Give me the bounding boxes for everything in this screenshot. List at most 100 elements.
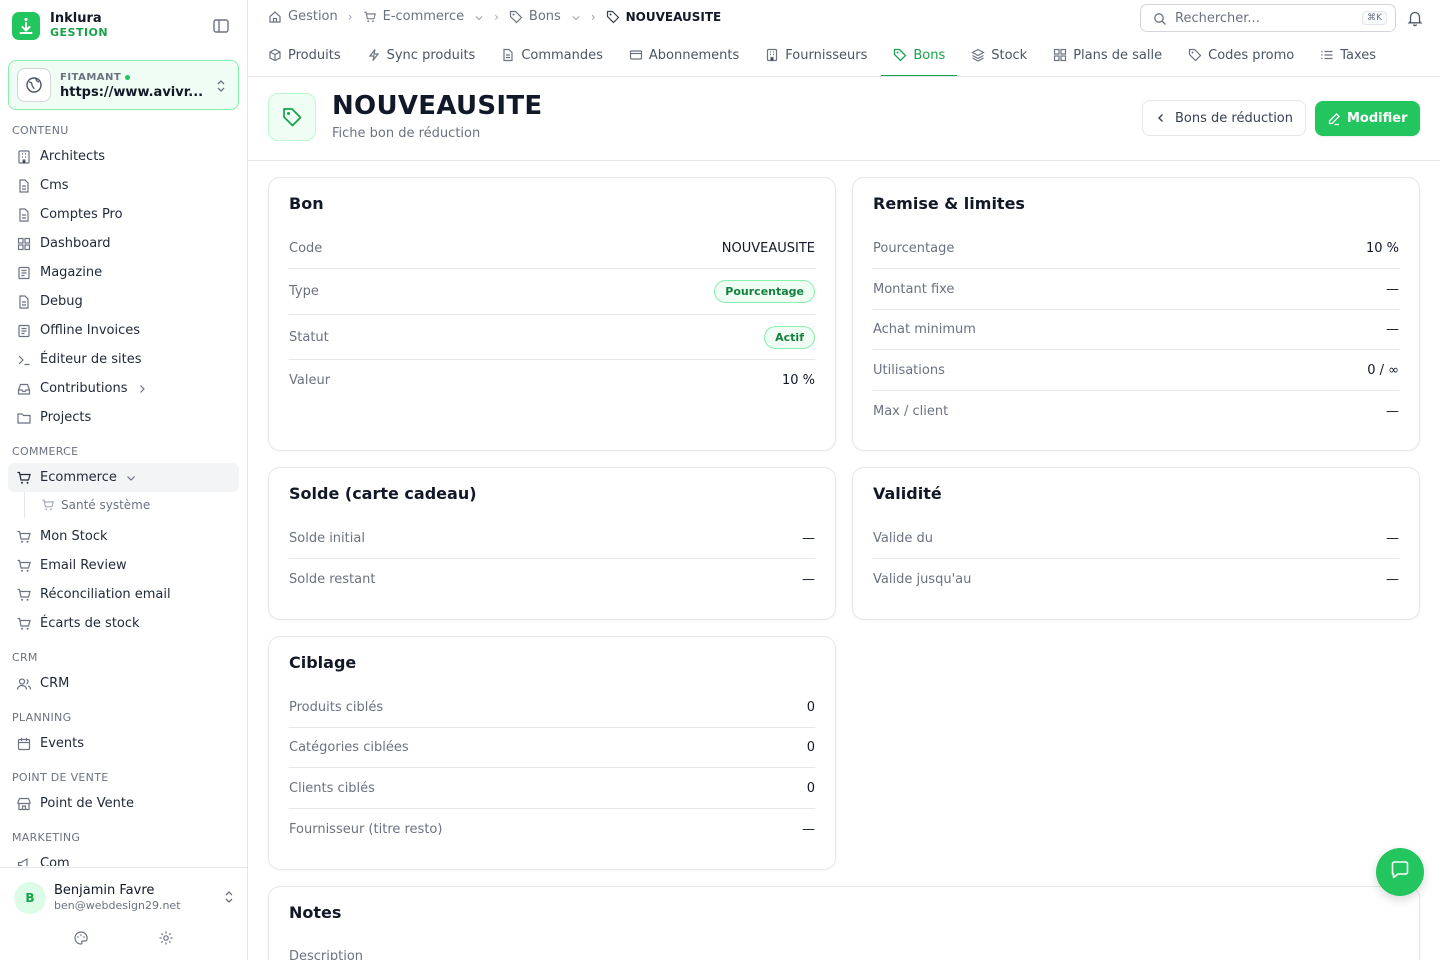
building-icon — [765, 48, 779, 62]
card-remise-limites: Remise & limites Pourcentage 10 % Montant… — [852, 177, 1420, 451]
sidebar-item-contributions[interactable]: Contributions — [8, 374, 239, 403]
card-notes: Notes Description — [268, 886, 1420, 960]
page-subtitle: Fiche bon de réduction — [332, 126, 481, 141]
sidebar-item-crm[interactable]: CRM — [8, 669, 239, 698]
palette-icon[interactable] — [73, 930, 89, 946]
card-bon: Bon Code NOUVEAUSITE Type Pourcentage Stat… — [268, 177, 836, 451]
field-value: — — [802, 821, 815, 837]
tab-stock[interactable]: Stock — [971, 34, 1027, 76]
sidebar-item-dashboard[interactable]: Dashboard — [8, 229, 239, 258]
search-box[interactable]: ⌘K — [1140, 4, 1396, 32]
page-title: NOUVEAUSITE — [332, 91, 543, 121]
nav-section-title: CONTENU — [12, 124, 69, 137]
sidebar-item-label: Projects — [40, 410, 92, 425]
field-row: Max / client — — [873, 391, 1399, 431]
sidebar: Inklura GESTION FITAMANT https://www.avi… — [0, 0, 248, 960]
field-label: Montant fixe — [873, 281, 955, 297]
field-row: Clients ciblés 0 — [289, 768, 815, 809]
sidebar-item-label: Ecommerce — [40, 470, 117, 485]
edit-button[interactable]: Modifier — [1315, 101, 1420, 136]
sidebar-item-ecommerce[interactable]: Ecommerce — [8, 463, 239, 492]
sidebar-subitem-sante-systeme[interactable]: Santé système — [24, 492, 247, 518]
cart-icon — [16, 558, 32, 574]
breadcrumb-item-gestion[interactable]: Gestion — [268, 9, 338, 24]
tag-icon — [268, 93, 316, 141]
card-title: Remise & limites — [873, 194, 1025, 213]
breadcrumb-item-ecommerce[interactable]: E-commerce — [363, 9, 485, 24]
field-label: Code — [289, 240, 323, 256]
tab-label: Bons — [913, 47, 946, 63]
sidebar-item-offline-invoices[interactable]: Offline Invoices — [8, 316, 239, 345]
sidebar-item-label: Debug — [40, 294, 83, 309]
sidebar-item-ecarts-de-stock[interactable]: Écarts de stock — [8, 609, 239, 638]
sidebar-item-label: CRM — [40, 676, 70, 691]
sidebar-item-label: Écarts de stock — [40, 616, 140, 631]
nav-section-title: POINT DE VENTE — [12, 771, 109, 784]
sidebar-item-reconciliation-email[interactable]: Réconciliation email — [8, 580, 239, 609]
sidebar-item-mon-stock[interactable]: Mon Stock — [8, 522, 239, 551]
sidebar-item-architects[interactable]: Architects — [8, 142, 239, 171]
edit-button-label: Modifier — [1347, 111, 1408, 126]
back-to-vouchers-button[interactable]: Bons de réduction — [1142, 100, 1306, 136]
tab-commandes[interactable]: Commandes — [501, 34, 603, 76]
cart-icon — [363, 10, 377, 24]
cart-icon — [16, 616, 32, 632]
sidebar-item-editeur-de-sites[interactable]: Éditeur de sites — [8, 345, 239, 374]
breadcrumb-item-bons[interactable]: Bons — [509, 9, 581, 24]
sidebar-item-email-review[interactable]: Email Review — [8, 551, 239, 580]
tab-produits[interactable]: Produits — [268, 34, 341, 76]
chevron-down-icon — [474, 12, 484, 22]
sidebar-item-projects[interactable]: Projects — [8, 403, 239, 432]
document-icon — [16, 178, 32, 194]
field-label: Valide jusqu'au — [873, 571, 972, 587]
breadcrumb-label: E-commerce — [382, 9, 465, 24]
users-icon — [16, 676, 32, 692]
site-switcher[interactable]: FITAMANT https://www.avivr... — [8, 60, 239, 110]
credit-card-icon — [629, 48, 643, 62]
tab-label: Abonnements — [648, 47, 740, 63]
sidebar-item-comptes-pro[interactable]: Comptes Pro — [8, 200, 239, 229]
search-input[interactable] — [1175, 10, 1363, 26]
home-icon — [268, 10, 282, 24]
tab-label: Plans de salle — [1073, 47, 1163, 63]
tab-fournisseurs[interactable]: Fournisseurs — [765, 34, 867, 76]
bell-icon[interactable] — [1406, 9, 1424, 27]
sidebar-item-label: Contributions — [40, 381, 128, 396]
field-value: — — [802, 530, 815, 546]
sidebar-toggle-icon[interactable] — [212, 17, 230, 35]
sidebar-item-label: Cms — [40, 178, 69, 193]
card-title: Solde (carte cadeau) — [289, 484, 477, 503]
chat-button[interactable] — [1376, 848, 1424, 896]
field-type: Type Pourcentage — [289, 269, 815, 315]
field-row: Solde restant — — [289, 559, 815, 599]
field-row: Montant fixe — — [873, 269, 1399, 310]
card-title: Ciblage — [289, 653, 357, 672]
sidebar-item-debug[interactable]: Debug — [8, 287, 239, 316]
field-value: 0 / ∞ — [1367, 362, 1399, 378]
user-menu[interactable]: B Benjamin Favre ben@webdesign29.net — [14, 882, 236, 914]
field-row: Catégories ciblées 0 — [289, 728, 815, 768]
list-icon — [1320, 48, 1334, 62]
tab-sync-produits[interactable]: Sync produits — [367, 34, 475, 76]
type-badge: Pourcentage — [714, 280, 815, 303]
brand[interactable]: Inklura GESTION — [12, 10, 236, 42]
nav-section-title: CRM — [12, 651, 38, 664]
tab-plans-de-salle[interactable]: Plans de salle — [1053, 34, 1162, 76]
tab-abonnements[interactable]: Abonnements — [629, 34, 739, 76]
card-title: Validité — [873, 484, 942, 503]
sidebar-item-cms[interactable]: Cms — [8, 171, 239, 200]
sidebar-item-com[interactable]: Com — [8, 849, 239, 866]
sidebar-nav: CONTENU Architects Cms Comptes Pro Dashb… — [0, 118, 247, 866]
tab-taxes[interactable]: Taxes — [1320, 34, 1376, 76]
sidebar-item-events[interactable]: Events — [8, 729, 239, 758]
megaphone-icon — [16, 856, 32, 866]
chevron-updown-icon — [222, 889, 236, 908]
tab-codes-promo[interactable]: Codes promo — [1188, 34, 1294, 76]
sidebar-item-magazine[interactable]: Magazine — [8, 258, 239, 287]
tab-bons[interactable]: Bons — [881, 34, 958, 76]
field-label: Fournisseur (titre resto) — [289, 821, 443, 837]
gear-icon[interactable] — [158, 930, 174, 946]
chevron-down-icon — [571, 12, 581, 22]
sidebar-item-point-de-vente[interactable]: Point de Vente — [8, 789, 239, 818]
chevron-right-icon: › — [347, 9, 353, 24]
